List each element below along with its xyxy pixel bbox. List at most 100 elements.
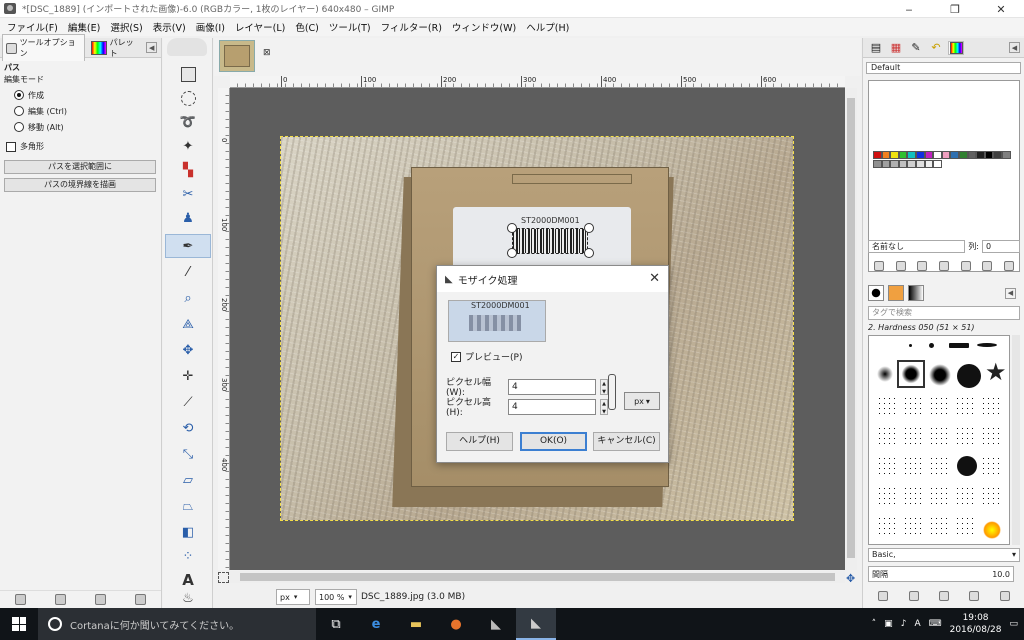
foreground-select-tool[interactable]: ♟: [165, 206, 211, 230]
width-spinner[interactable]: ▲ ▼: [600, 378, 608, 395]
brush-preset-select[interactable]: Basic, ▾: [868, 548, 1020, 562]
cage-tool[interactable]: ⁘: [165, 544, 211, 568]
color-swatch[interactable]: [933, 160, 942, 168]
tab-channels[interactable]: ▦: [888, 41, 904, 55]
menu-view[interactable]: 表示(V): [148, 20, 191, 34]
flip-tool[interactable]: ◧: [165, 520, 211, 544]
scissors-tool[interactable]: ✂: [165, 182, 211, 206]
dialog-unit-select[interactable]: px ▾: [624, 392, 660, 410]
perspective-tool[interactable]: ⏢: [165, 494, 211, 518]
tab-palettes[interactable]: [948, 40, 964, 55]
color-name-field[interactable]: 名前なし: [868, 239, 966, 253]
file-explorer-icon[interactable]: ▬: [396, 608, 436, 640]
color-swatch[interactable]: [873, 160, 882, 168]
rotate-tool[interactable]: ⟲: [165, 416, 211, 440]
edit-brush-icon[interactable]: [878, 591, 889, 601]
color-swatch[interactable]: [898, 160, 908, 168]
delete-options-icon[interactable]: [95, 594, 107, 605]
path-anchor-handle[interactable]: [584, 248, 594, 258]
dock-menu-arrow-icon[interactable]: ◀: [146, 42, 157, 53]
columns-field[interactable]: 0: [982, 239, 1020, 253]
mode-edit-radio[interactable]: 編集 (Ctrl): [14, 105, 161, 117]
text-tool[interactable]: A: [165, 568, 211, 592]
free-select-tool[interactable]: ➰: [165, 110, 211, 134]
tab-layers[interactable]: ▤: [868, 41, 884, 55]
close-window-button[interactable]: ✕: [978, 0, 1024, 18]
spacing-slider[interactable]: 間隔 10.0: [868, 566, 1014, 582]
rect-select-tool[interactable]: [165, 62, 211, 86]
start-button[interactable]: [0, 608, 38, 640]
menu-windows[interactable]: ウィンドウ(W): [447, 20, 521, 34]
color-swatch[interactable]: [976, 151, 985, 159]
palette-swatches[interactable]: [873, 151, 1011, 169]
reset-options-icon[interactable]: [135, 594, 147, 605]
mode-design-radio[interactable]: 作成: [14, 89, 161, 101]
polygonal-checkbox[interactable]: 多角形: [6, 141, 161, 152]
delete-icon[interactable]: [938, 261, 949, 271]
ime-icon[interactable]: A: [914, 619, 920, 629]
stroke-path-button[interactable]: パスの境界線を描画: [4, 178, 156, 192]
unit-select[interactable]: px ▾: [276, 589, 310, 605]
color-swatch[interactable]: [924, 160, 934, 168]
color-swatch[interactable]: [907, 160, 916, 168]
navigate-icon[interactable]: ✥: [846, 572, 855, 585]
task-view-icon[interactable]: ⧉: [316, 608, 356, 640]
zoom-select[interactable]: 100 % ▾: [315, 589, 357, 605]
minimize-button[interactable]: ‒: [886, 0, 932, 18]
maximize-button[interactable]: ❐: [932, 0, 978, 18]
color-swatch[interactable]: [924, 151, 934, 159]
help-button[interactable]: ヘルプ(H): [446, 432, 513, 451]
quick-mask-toggle-icon[interactable]: [218, 572, 229, 583]
action-center-icon[interactable]: ▭: [1009, 619, 1018, 629]
clock[interactable]: 19:08 2016/08/28: [950, 612, 1002, 636]
align-tool[interactable]: ✛: [165, 364, 211, 388]
zoom-all-icon[interactable]: [1004, 261, 1015, 271]
menu-image[interactable]: 画像(I): [191, 20, 230, 34]
fuzzy-select-tool[interactable]: ✦: [165, 134, 211, 158]
color-swatch[interactable]: [933, 151, 942, 159]
new-brush-icon[interactable]: [908, 591, 919, 601]
zoom-out-icon[interactable]: [960, 261, 971, 271]
network-icon[interactable]: ▣: [884, 619, 893, 629]
dialog-preview[interactable]: ST2000DM001: [448, 300, 546, 342]
close-icon[interactable]: ⊠: [263, 48, 273, 58]
vertical-scrollbar[interactable]: [845, 88, 857, 570]
horizontal-scrollbar[interactable]: [230, 571, 845, 583]
color-swatch[interactable]: [881, 151, 891, 159]
color-swatch[interactable]: [890, 160, 899, 168]
path-to-selection-button[interactable]: パスを選択範囲に: [4, 160, 156, 174]
pixel-height-input[interactable]: 4: [508, 398, 596, 415]
path-anchor-handle[interactable]: [507, 223, 517, 233]
tag-search-input[interactable]: タグで検索: [868, 306, 1020, 320]
chevron-up-icon[interactable]: ˄: [872, 619, 877, 629]
color-swatch[interactable]: [1001, 151, 1011, 159]
color-swatch[interactable]: [881, 160, 891, 168]
tab-brushes[interactable]: [868, 285, 884, 301]
scale-tool[interactable]: ⤡: [165, 442, 211, 466]
mode-move-radio[interactable]: 移動 (Alt): [14, 121, 161, 133]
color-picker-tool[interactable]: ⁄: [165, 260, 211, 284]
path-anchor-handle[interactable]: [584, 223, 594, 233]
color-swatch[interactable]: [950, 151, 959, 159]
menu-file[interactable]: ファイル(F): [2, 20, 63, 34]
color-swatch[interactable]: [915, 160, 925, 168]
dock-menu-arrow-icon[interactable]: ◀: [1005, 287, 1016, 299]
color-swatch[interactable]: [890, 151, 899, 159]
cortana-search-box[interactable]: Cortanaに何か聞いてみてください。: [38, 608, 316, 640]
crop-tool[interactable]: ⟋: [165, 390, 211, 414]
save-options-icon[interactable]: [14, 594, 26, 605]
zoom-in-icon[interactable]: [982, 261, 993, 271]
color-swatch[interactable]: [915, 151, 925, 159]
image-tab-thumbnail[interactable]: [219, 40, 255, 72]
keyboard-icon[interactable]: ⌨: [929, 619, 942, 629]
shear-tool[interactable]: ▱: [165, 468, 211, 492]
select-by-color-tool[interactable]: ▚: [165, 158, 211, 182]
duplicate-brush-icon[interactable]: [938, 591, 949, 601]
save-icon[interactable]: [873, 261, 884, 271]
ok-button[interactable]: OK(O): [520, 432, 587, 451]
barcode-selection[interactable]: [512, 228, 588, 254]
menu-layer[interactable]: レイヤー(L): [230, 20, 290, 34]
paths-tool[interactable]: ✒: [165, 234, 211, 258]
move-tool[interactable]: ✥: [165, 338, 211, 362]
color-swatch[interactable]: [984, 151, 994, 159]
